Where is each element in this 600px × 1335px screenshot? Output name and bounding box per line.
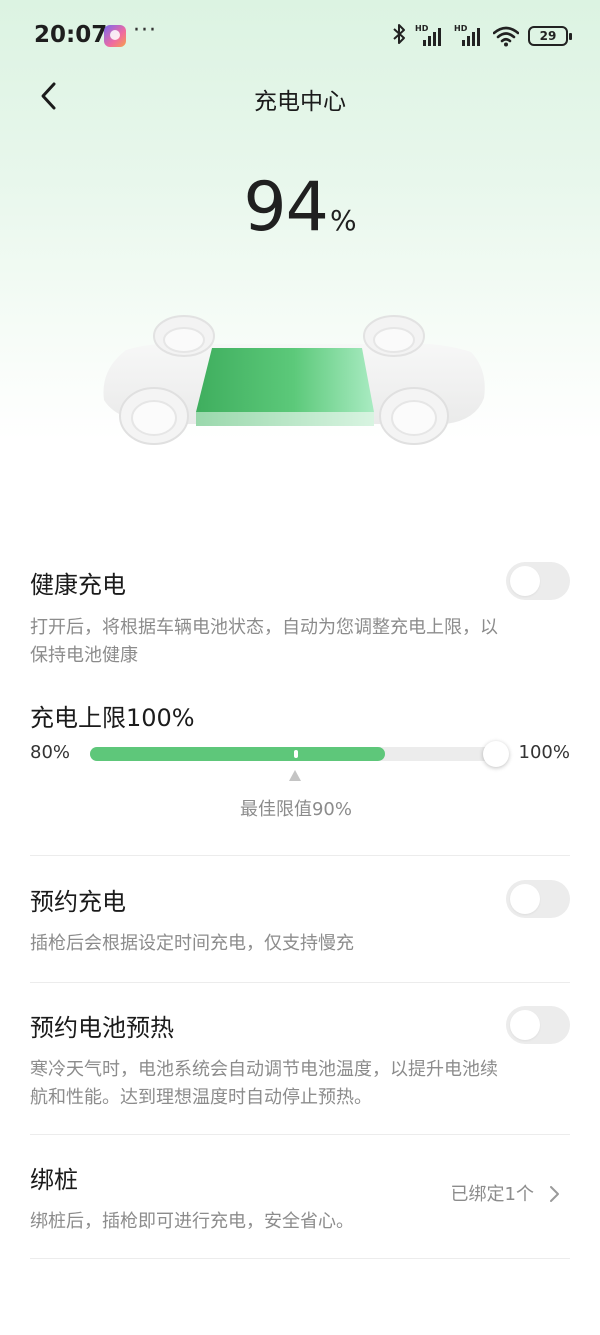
wifi-icon <box>492 25 520 47</box>
page-title: 充电中心 <box>254 89 346 115</box>
status-icons: HD HD 29 <box>392 22 572 50</box>
signal-icon: HD <box>415 24 445 48</box>
car-battery-illustration <box>96 300 496 460</box>
battery-pack-side <box>196 412 374 426</box>
status-time: 20:07 <box>34 22 108 48</box>
battery-percent-unit: % <box>329 204 357 237</box>
status-bar: 20:07 ··· HD HD 29 <box>0 0 600 72</box>
battery-percentage: 94% <box>0 168 600 247</box>
scheduled-charging-description: 插枪后会根据设定时间充电，仅支持慢充 <box>30 933 354 954</box>
scheduled-charging-title: 预约充电 <box>30 888 126 916</box>
bind-charger-value[interactable]: 已绑定1个 <box>451 1180 534 1206</box>
best-limit-label: 最佳限值90% <box>239 799 352 820</box>
divider <box>30 1134 570 1135</box>
healthy-charging-title: 健康充电 <box>30 571 126 599</box>
chevron-right-icon[interactable] <box>548 1184 562 1204</box>
charge-limit-min-label: 80% <box>30 742 71 763</box>
battery-status-icon: 29 <box>528 26 572 46</box>
charge-limit-fill <box>90 747 385 761</box>
bluetooth-icon <box>392 23 406 49</box>
charge-limit-title: 充电上限100% <box>30 704 195 732</box>
divider <box>30 855 570 856</box>
healthy-charging-description: 打开后，将根据车辆电池状态，自动为您调整充电上限，以保持电池健康 <box>30 617 498 666</box>
battery-pack-top <box>196 348 374 412</box>
healthy-charging-toggle[interactable] <box>506 562 570 600</box>
charge-limit-slider-thumb[interactable] <box>483 741 509 767</box>
toggle-knob <box>510 884 540 914</box>
charge-limit-slider[interactable] <box>90 741 509 767</box>
signal-icon-secondary: HD <box>454 24 484 48</box>
best-limit-arrow-icon <box>289 770 301 781</box>
divider <box>30 982 570 983</box>
battery-percent-value: 94 <box>243 168 329 247</box>
charging-center-screen: 20:07 ··· HD HD 29 充电中心 94% 健康充电 打开后，将根据… <box>0 0 600 1335</box>
best-limit-marker <box>294 750 298 758</box>
battery-preheat-description: 寒冷天气时，电池系统会自动调节电池温度，以提升电池续航和性能。达到理想温度时自动… <box>30 1059 498 1108</box>
scheduled-charging-toggle[interactable] <box>506 880 570 918</box>
battery-preheat-title: 预约电池预热 <box>30 1014 174 1042</box>
divider <box>30 1258 570 1259</box>
bind-charger-title[interactable]: 绑桩 <box>30 1160 78 1195</box>
charge-limit-max-label: 100% <box>518 742 570 763</box>
toggle-knob <box>510 566 540 596</box>
app-notification-icon <box>104 25 126 47</box>
toggle-knob <box>510 1010 540 1040</box>
bind-charger-description: 绑桩后，插枪即可进行充电，安全省心。 <box>30 1211 354 1232</box>
more-notifications-icon: ··· <box>133 18 157 43</box>
battery-preheat-toggle[interactable] <box>506 1006 570 1044</box>
